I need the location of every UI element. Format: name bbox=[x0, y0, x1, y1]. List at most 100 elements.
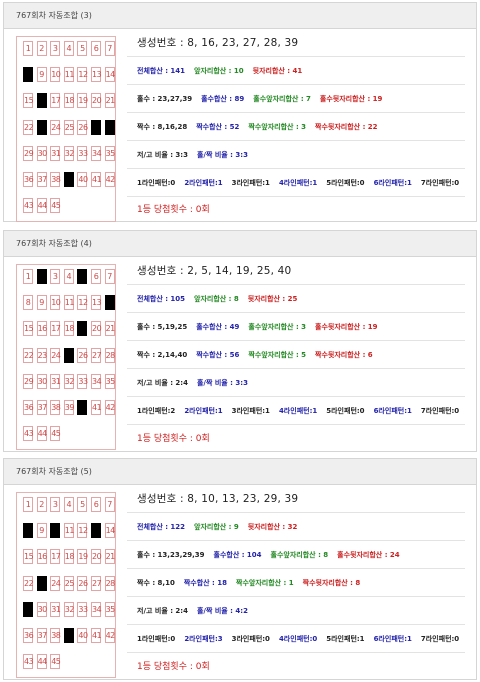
odd-numbers: 홀수 : 23,27,39 bbox=[137, 95, 193, 103]
number-cell: 31 bbox=[50, 145, 61, 161]
front-sum: 앞자리합산 : 8 bbox=[194, 295, 239, 303]
panel-title: 767회차 자동조합 (5) bbox=[4, 459, 476, 485]
sum-row: 전체합산 : 141 앞자리합산 : 10 뒷자리합산 : 41 bbox=[127, 57, 465, 85]
number-cell: 2 bbox=[36, 497, 47, 512]
line-pattern: 3라인패턴:0 bbox=[231, 635, 270, 643]
total-sum: 전체합산 : 122 bbox=[137, 523, 186, 531]
number-cell: 38 bbox=[50, 628, 61, 643]
number-cell: 6 bbox=[91, 497, 101, 512]
number-cell: 33 bbox=[77, 145, 88, 161]
odd-front-sum: 홀수앞자리합산 : 3 bbox=[248, 323, 307, 331]
number-cell: 3 bbox=[50, 269, 61, 284]
number-cell: 30 bbox=[36, 145, 47, 161]
number-cell-marked: 13 bbox=[91, 523, 101, 539]
number-cell: 36 bbox=[23, 400, 34, 415]
lotto-slip: 1234567891011121314151617181920212223242… bbox=[16, 264, 116, 450]
number-cell: 43 bbox=[23, 426, 34, 442]
generated-numbers: 생성번호 : 2, 5, 14, 19, 25, 40 bbox=[127, 257, 465, 285]
front-sum: 앞자리합산 : 10 bbox=[194, 67, 244, 75]
odd-back-sum: 홀수뒷자리합산 : 19 bbox=[319, 95, 383, 103]
odd-sum: 홀수합산 : 104 bbox=[213, 551, 262, 559]
win-count: 1등 당첨횟수 : 0회 bbox=[137, 434, 210, 444]
front-sum: 앞자리합산 : 9 bbox=[194, 523, 239, 531]
number-cell: 34 bbox=[91, 373, 102, 389]
even-back-sum: 짝수뒷자리합산 : 8 bbox=[302, 579, 361, 587]
even-back-sum: 짝수뒷자리합산 : 6 bbox=[315, 351, 373, 359]
sum-row: 전체합산 : 122 앞자리합산 : 9 뒷자리합산 : 32 bbox=[127, 513, 465, 541]
number-cell: 22 bbox=[23, 119, 34, 135]
number-cell: 31 bbox=[50, 601, 61, 617]
generated-numbers: 생성번호 : 8, 16, 23, 27, 28, 39 bbox=[127, 29, 465, 57]
odd-numbers: 홀수 : 5,19,25 bbox=[137, 323, 188, 331]
number-cell-marked: 25 bbox=[63, 347, 74, 363]
number-cell: 30 bbox=[36, 601, 47, 617]
number-cell-marked: 10 bbox=[50, 523, 61, 539]
number-cell: 26 bbox=[77, 575, 88, 591]
number-cell: 17 bbox=[50, 549, 61, 565]
number-cell: 21 bbox=[104, 321, 115, 337]
line-pattern: 5라인패턴:0 bbox=[326, 407, 365, 415]
even-sum: 짝수합산 : 52 bbox=[196, 123, 240, 131]
even-row: 짝수 : 2,14,40 짝수합산 : 56 짝수앞자리합산 : 5 짝수뒷자리합산 … bbox=[127, 341, 465, 369]
number-cell: 13 bbox=[91, 67, 102, 83]
number-cell: 27 bbox=[91, 575, 102, 591]
number-cell: 6 bbox=[91, 41, 101, 56]
even-numbers: 짝수 : 8,10 bbox=[137, 579, 175, 587]
number-cell: 13 bbox=[91, 295, 102, 311]
number-cell-marked: 16 bbox=[36, 93, 47, 109]
number-cell: 26 bbox=[77, 347, 88, 363]
number-cell: 16 bbox=[36, 321, 47, 337]
odd-even-ratio: 홀/짝 비율 : 3:3 bbox=[196, 151, 248, 159]
number-cell: 3 bbox=[50, 41, 61, 56]
number-cell: 7 bbox=[104, 497, 115, 512]
combination-panel: 767회차 자동조합 (3) 1234567891011121314151617… bbox=[3, 2, 477, 222]
number-cell: 37 bbox=[36, 172, 47, 187]
even-front-sum: 짝수앞자리합산 : 1 bbox=[236, 579, 294, 587]
number-cell: 19 bbox=[77, 549, 88, 565]
line-pattern: 4라인패턴:0 bbox=[278, 635, 318, 643]
low-high-ratio: 저/고 비율 : 2:4 bbox=[137, 607, 188, 615]
ratio-row: 저/고 비율 : 2:4 홀/짝 비율 : 4:2 bbox=[127, 597, 465, 625]
number-cell: 25 bbox=[63, 119, 74, 135]
line-pattern-row: 1라인패턴:2 2라인패턴:1 3라인패턴:1 4라인패턴:1 5라인패턴:0 6라인패턴… bbox=[127, 397, 465, 425]
number-cell: 42 bbox=[104, 400, 115, 415]
line-pattern-row: 1라인패턴:0 2라인패턴:3 3라인패턴:0 4라인패턴:0 5라인패턴:1 6라인패턴… bbox=[127, 625, 465, 653]
line-pattern: 7라인패턴:0 bbox=[420, 635, 460, 643]
odd-row: 홀수 : 5,19,25 홀수합산 : 49 홀수앞자리합산 : 3 홀수뒷자리합산 … bbox=[127, 313, 465, 341]
number-cell: 45 bbox=[50, 198, 61, 214]
number-cell: 7 bbox=[104, 269, 115, 284]
number-cell: 44 bbox=[36, 654, 47, 670]
number-cell: 36 bbox=[23, 628, 34, 643]
number-cell-marked: 39 bbox=[63, 628, 74, 643]
number-cell: 27 bbox=[91, 347, 102, 363]
number-cell: 40 bbox=[77, 628, 88, 643]
line-pattern: 2라인패턴:1 bbox=[184, 407, 223, 415]
number-cell: 20 bbox=[91, 93, 102, 109]
number-cell-marked: 19 bbox=[77, 321, 88, 337]
number-cell: 29 bbox=[23, 373, 34, 389]
line-pattern: 4라인패턴:1 bbox=[278, 179, 318, 187]
number-cell: 32 bbox=[63, 145, 74, 161]
number-cell: 20 bbox=[91, 321, 102, 337]
number-cell: 15 bbox=[23, 549, 34, 565]
number-cell: 4 bbox=[63, 497, 74, 512]
line-pattern: 6라인패턴:1 bbox=[373, 635, 412, 643]
number-cell: 16 bbox=[36, 549, 47, 565]
low-high-ratio: 저/고 비율 : 2:4 bbox=[137, 379, 188, 387]
number-cell: 8 bbox=[23, 295, 33, 311]
even-front-sum: 짝수앞자리합산 : 3 bbox=[248, 123, 307, 131]
number-cell: 3 bbox=[50, 497, 61, 512]
number-cell: 45 bbox=[50, 654, 61, 670]
odd-row: 홀수 : 13,23,29,39 홀수합산 : 104 홀수앞자리합산 : 8 홀수뒷… bbox=[127, 541, 465, 569]
number-cell: 23 bbox=[36, 347, 47, 363]
number-cell: 43 bbox=[23, 654, 34, 670]
number-cell: 2 bbox=[36, 41, 47, 56]
line-pattern: 6라인패턴:1 bbox=[373, 179, 412, 187]
number-cell: 17 bbox=[50, 321, 61, 337]
number-cell: 34 bbox=[91, 145, 102, 161]
number-cell: 6 bbox=[91, 269, 101, 284]
number-cell: 17 bbox=[50, 93, 61, 109]
number-cell: 31 bbox=[50, 373, 61, 389]
number-cell-marked: 39 bbox=[63, 172, 74, 187]
odd-front-sum: 홀수앞자리합산 : 8 bbox=[270, 551, 329, 559]
